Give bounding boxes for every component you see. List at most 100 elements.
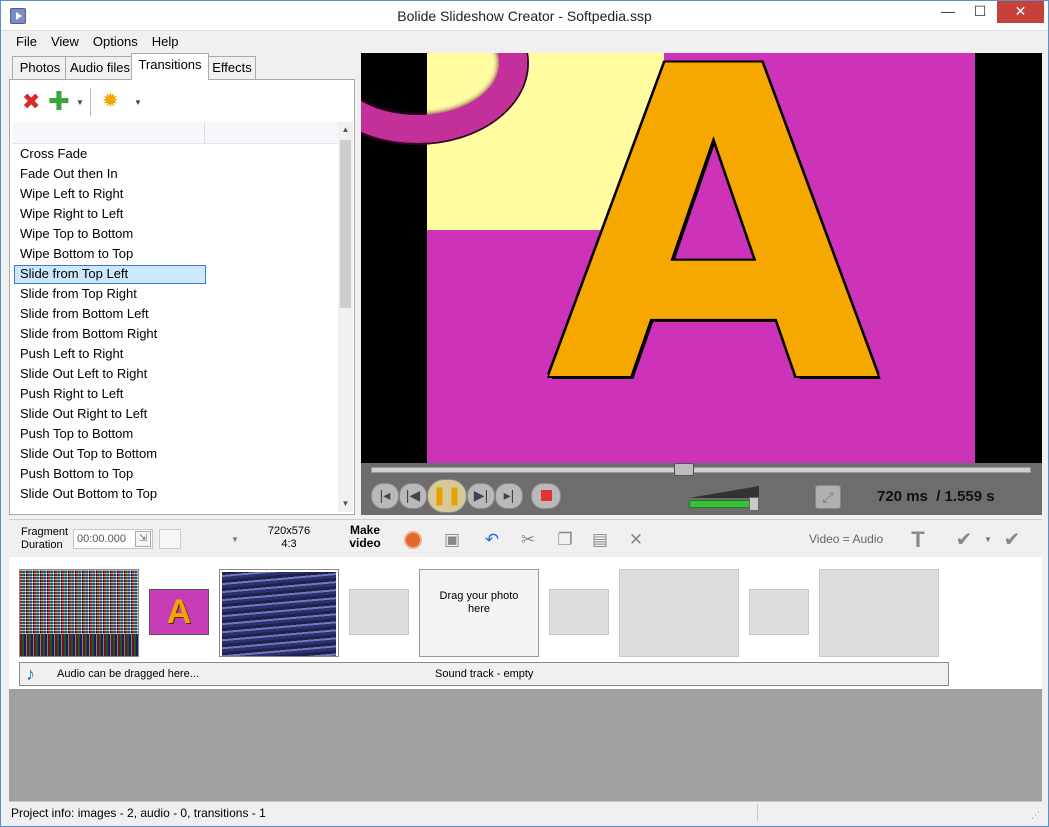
slide-image: A <box>361 53 975 463</box>
volume-slider[interactable] <box>689 486 761 511</box>
transitions-panel: ✖ ✚ ▼ ✹ ▼ Cross Fade Fade Out then In Wipe… <box>9 79 355 515</box>
audio-track[interactable]: ♪ Audio can be dragged here... Sound tra… <box>19 662 949 686</box>
library-panel: Photos Audio files Transitions Effects ✖… <box>9 53 355 515</box>
project-info: Project info: images - 2, audio - 0, tra… <box>11 806 266 820</box>
empty-transition-slot[interactable] <box>349 589 409 635</box>
record-icon[interactable] <box>402 529 424 551</box>
list-header <box>12 122 338 144</box>
seek-bar[interactable] <box>371 463 1031 476</box>
volume-knob[interactable] <box>749 497 759 511</box>
paste-icon[interactable]: ▤ <box>589 529 611 551</box>
transition-item[interactable]: Push Top to Bottom <box>14 425 206 444</box>
menu-view[interactable]: View <box>44 32 86 51</box>
resize-grip-icon[interactable]: ⋰ <box>1031 810 1040 821</box>
next-button[interactable]: ▶| <box>467 483 495 509</box>
stop-button[interactable] <box>531 483 561 509</box>
transition-item[interactable]: Push Bottom to Top <box>14 465 206 484</box>
resolution-label: 720x576 4:3 <box>267 525 311 550</box>
video-preview: A <box>361 53 1042 463</box>
go-to-end-button[interactable]: ▸| <box>495 483 523 509</box>
time-readout: 720 ms / 1.559 s <box>877 488 995 505</box>
cut-icon[interactable]: ✂ <box>517 529 539 551</box>
duration-extra-box[interactable] <box>159 529 181 549</box>
menu-help[interactable]: Help <box>145 32 186 51</box>
preview-area: A |◂ |◀ ❚❚ ▶| ▸| ⤢ 720 ms / 1.559 s <box>361 53 1042 515</box>
transition-item[interactable]: Slide Out Top to Bottom <box>14 445 206 464</box>
tab-photos[interactable]: Photos <box>12 56 68 80</box>
photo-drop-zone[interactable]: Drag your photo here <box>419 569 539 657</box>
duration-spin-icon[interactable]: ⇲ <box>135 531 151 547</box>
edit-toolbar: Fragment Duration 00:00.000 ⇲ ▼ 720x576 4:3… <box>9 519 1042 557</box>
window-title: Bolide Slideshow Creator - Softpedia.ssp <box>397 8 652 24</box>
transition-item[interactable]: Wipe Left to Right <box>14 185 206 204</box>
empty-photo-slot[interactable] <box>819 569 939 657</box>
add-icon[interactable]: ✚ <box>48 88 70 114</box>
pause-button[interactable]: ❚❚ <box>427 479 467 513</box>
storyboard-image-2[interactable] <box>219 569 339 657</box>
transition-item[interactable]: Slide from Top Right <box>14 285 206 304</box>
transition-item[interactable]: Slide from Bottom Right <box>14 325 206 344</box>
audio-drop-hint: Audio can be dragged here... <box>57 668 199 680</box>
transition-item[interactable]: Wipe Right to Left <box>14 205 206 224</box>
sound-track-label: Sound track - empty <box>435 668 534 680</box>
effects-star-icon[interactable]: ✹ <box>102 91 119 111</box>
apply-icon[interactable]: ✔ <box>953 529 975 551</box>
remove-icon[interactable]: ✕ <box>625 529 647 551</box>
empty-workspace <box>9 689 1042 801</box>
star-dropdown-icon[interactable]: ▼ <box>134 98 142 107</box>
add-dropdown-icon[interactable]: ▼ <box>76 98 84 107</box>
seek-thumb[interactable] <box>674 463 694 476</box>
total-duration: / 1.559 s <box>936 488 995 505</box>
text-icon[interactable]: T <box>907 529 929 551</box>
duration-field[interactable]: 00:00.000 ⇲ <box>73 529 153 549</box>
maximize-button[interactable]: ☐ <box>964 1 996 23</box>
scroll-down-icon[interactable]: ▼ <box>338 496 353 512</box>
apply-dropdown-icon[interactable]: ▼ <box>984 535 992 544</box>
toolbar-separator <box>90 88 91 116</box>
fullscreen-icon[interactable]: ⤢ <box>815 485 841 509</box>
storyboard: A Drag your photo here ♪ Audio can be dra… <box>9 557 1042 689</box>
blue-lines-thumbnail <box>222 572 336 656</box>
transition-item[interactable]: Slide from Bottom Left <box>14 305 206 324</box>
transitions-list: Cross Fade Fade Out then In Wipe Left to R… <box>12 146 338 512</box>
transition-item[interactable]: Slide Out Bottom to Top <box>14 485 206 504</box>
close-button[interactable]: ✕ <box>997 1 1044 23</box>
transition-item[interactable]: Push Left to Right <box>14 345 206 364</box>
empty-transition-slot[interactable] <box>749 589 809 635</box>
resolution-dropdown-icon[interactable]: ▼ <box>231 535 239 544</box>
status-separator <box>757 804 758 821</box>
transition-item[interactable]: Wipe Top to Bottom <box>14 225 206 244</box>
storyboard-image-1[interactable] <box>19 569 139 657</box>
minimize-button[interactable]: — <box>932 1 964 23</box>
undo-icon[interactable]: ↶ <box>481 529 503 551</box>
transition-item[interactable]: Fade Out then In <box>14 165 206 184</box>
transition-item[interactable]: Wipe Bottom to Top <box>14 245 206 264</box>
transition-item[interactable]: Slide from Top Left <box>14 265 206 284</box>
save-icon[interactable]: ▣ <box>441 529 463 551</box>
empty-photo-slot[interactable] <box>619 569 739 657</box>
app-window: Bolide Slideshow Creator - Softpedia.ssp… <box>0 0 1049 827</box>
make-video-label[interactable]: Make video <box>345 524 385 550</box>
scroll-thumb[interactable] <box>340 140 351 308</box>
menu-bar: File View Options Help <box>9 32 185 52</box>
transition-item[interactable]: Slide Out Left to Right <box>14 365 206 384</box>
scroll-up-icon[interactable]: ▲ <box>338 122 353 138</box>
copy-icon[interactable]: ❐ <box>554 529 576 551</box>
delete-icon[interactable]: ✖ <box>22 91 42 113</box>
apply-all-icon[interactable]: ✔ <box>1001 529 1023 551</box>
letter-a-graphic: A <box>547 53 880 463</box>
tab-audio-files[interactable]: Audio files <box>65 56 135 80</box>
tab-effects[interactable]: Effects <box>208 56 256 80</box>
empty-transition-slot[interactable] <box>549 589 609 635</box>
go-to-start-button[interactable]: |◂ <box>371 483 399 509</box>
transition-item[interactable]: Cross Fade <box>14 146 206 164</box>
previous-button[interactable]: |◀ <box>399 483 427 509</box>
transition-item[interactable]: Slide Out Right to Left <box>14 405 206 424</box>
video-equals-audio-toggle[interactable]: Video = Audio <box>809 532 883 546</box>
storyboard-transition-1[interactable]: A <box>149 589 209 635</box>
tab-transitions[interactable]: Transitions <box>131 53 209 80</box>
menu-file[interactable]: File <box>9 32 44 51</box>
menu-options[interactable]: Options <box>86 32 145 51</box>
transition-item[interactable]: Push Right to Left <box>14 385 206 404</box>
list-scrollbar[interactable]: ▲ ▼ <box>338 122 353 512</box>
